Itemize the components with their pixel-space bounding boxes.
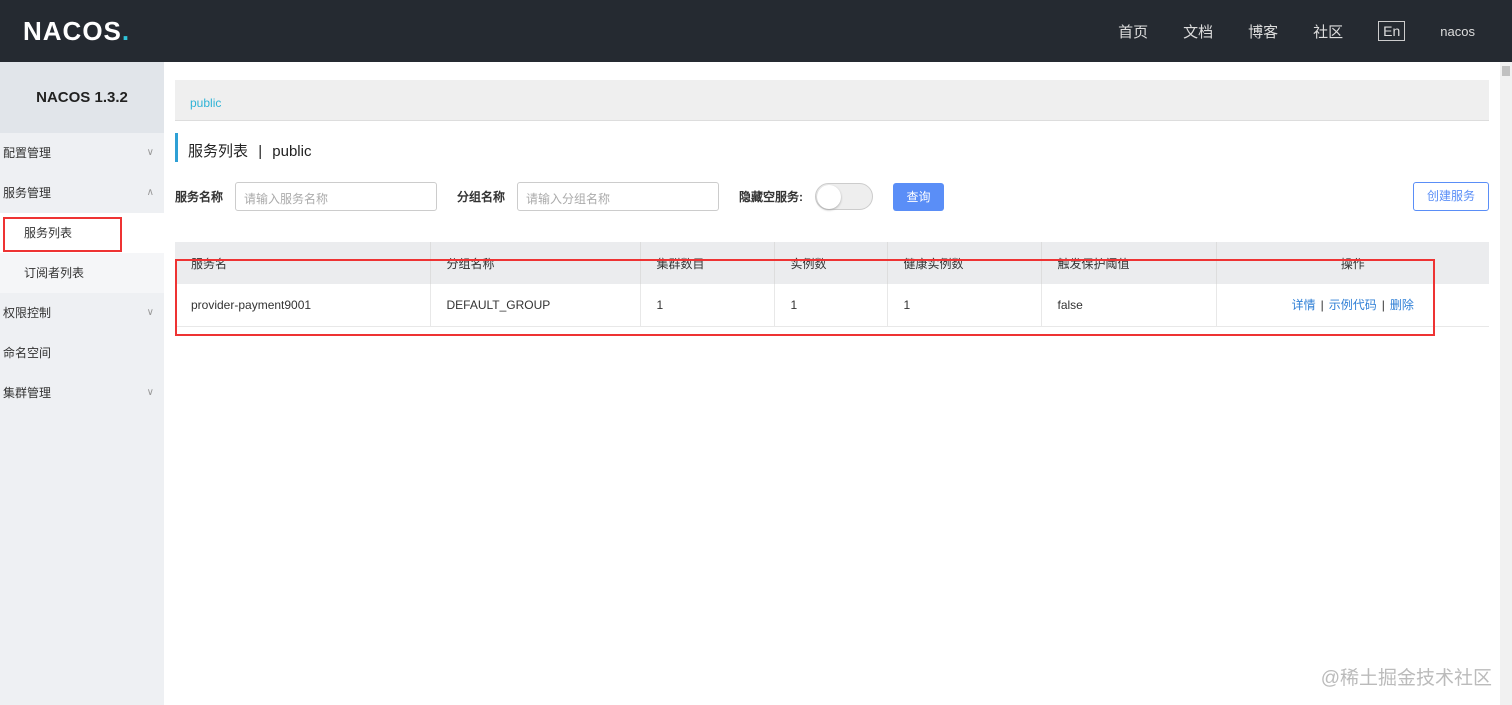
label: 权限控制 [3,306,52,320]
version-label: NACOS 1.3.2 [0,62,164,133]
label: 服务列表 [24,226,73,240]
service-name-input[interactable]: 请输入服务名称 [235,182,438,211]
table-row: provider-payment9001 DEFAULT_GROUP 1 1 1… [175,284,1489,327]
col-clusters: 集群数目 [640,242,775,284]
query-button[interactable]: 查询 [893,182,945,211]
sidebar: NACOS 1.3.2 配置管理 ∨ 服务管理 ∧ 服务列表 订阅者列表 权限控制 ∨… [0,62,164,705]
label: 订阅者列表 [24,266,85,280]
sidebar-item-service[interactable]: 服务管理 ∧ [0,173,164,213]
sample-code-link[interactable]: 示例代码 [1329,298,1377,312]
chevron-down-icon: ∨ [146,147,154,158]
service-name-label: 服务名称 [175,190,224,204]
label: 服务管理 [3,186,52,200]
label: 命名空间 [3,346,52,360]
col-service-name: 服务名 [175,242,431,284]
page-title: 服务列表 | public [175,133,311,162]
hide-empty-label: 隐藏空服务: [739,190,804,204]
cell-clusters: 1 [640,284,775,327]
col-group: 分组名称 [430,242,641,284]
top-nav: 首页 文档 博客 社区 En nacos [1118,0,1512,62]
user-menu[interactable]: nacos [1440,24,1475,39]
col-actions: 操作 [1216,242,1489,284]
cell-instances: 1 [774,284,888,327]
nav-community[interactable]: 社区 [1313,21,1343,42]
label: 配置管理 [3,146,52,160]
hide-empty-toggle[interactable] [815,183,874,210]
scroll-up-arrow[interactable] [1502,66,1510,76]
col-instances: 实例数 [774,242,888,284]
cell-name: provider-payment9001 [175,284,431,327]
separator: | [1381,298,1385,313]
language-toggle[interactable]: En [1378,21,1406,41]
col-healthy: 健康实例数 [887,242,1042,284]
label: 集群管理 [3,386,52,400]
cell-actions: 详情 | 示例代码 | 删除 [1216,284,1489,327]
nacos-logo[interactable]: NACOS. [23,16,130,47]
namespace-name: public [272,143,312,160]
sidebar-item-cluster[interactable]: 集群管理 ∨ [0,373,164,413]
service-table: 服务名 分组名称 集群数目 实例数 健康实例数 触发保护阈值 操作 provid… [175,242,1489,327]
title-text: 服务列表 [188,143,249,160]
scrollbar[interactable] [1500,62,1512,705]
chevron-down-icon: ∨ [146,307,154,318]
nav-blog[interactable]: 博客 [1248,21,1278,42]
toggle-knob [817,185,842,209]
table-header: 服务名 分组名称 集群数目 实例数 健康实例数 触发保护阈值 操作 [175,242,1489,284]
sidebar-item-config[interactable]: 配置管理 ∨ [0,133,164,173]
group-name-label: 分组名称 [457,190,506,204]
title-separator: | [258,143,263,160]
filter-bar: 服务名称 请输入服务名称 分组名称 请输入分组名称 隐藏空服务: 查询 创建服务 [175,182,1489,211]
group-name-input[interactable]: 请输入分组名称 [517,182,720,211]
breadcrumb[interactable]: public [175,80,1489,121]
nav-home[interactable]: 首页 [1118,21,1148,42]
details-link[interactable]: 详情 [1292,298,1316,312]
sidebar-item-subscribers[interactable]: 订阅者列表 [0,253,164,293]
create-service-button[interactable]: 创建服务 [1413,182,1489,211]
cell-group: DEFAULT_GROUP [430,284,641,327]
top-bar: NACOS. 首页 文档 博客 社区 En nacos [0,0,1512,62]
separator: | [1320,298,1324,313]
watermark: @稀土掘金技术社区 [1320,668,1492,689]
delete-link[interactable]: 删除 [1390,298,1414,312]
chevron-down-icon: ∨ [146,387,154,398]
cell-healthy: 1 [887,284,1042,327]
col-threshold: 触发保护阈值 [1041,242,1217,284]
sidebar-item-service-list[interactable]: 服务列表 [0,213,164,253]
nav-docs[interactable]: 文档 [1183,21,1213,42]
sidebar-item-namespace[interactable]: 命名空间 [0,333,164,373]
chevron-up-icon: ∧ [146,187,154,198]
cell-threshold: false [1041,284,1217,327]
sidebar-item-auth[interactable]: 权限控制 ∨ [0,293,164,333]
